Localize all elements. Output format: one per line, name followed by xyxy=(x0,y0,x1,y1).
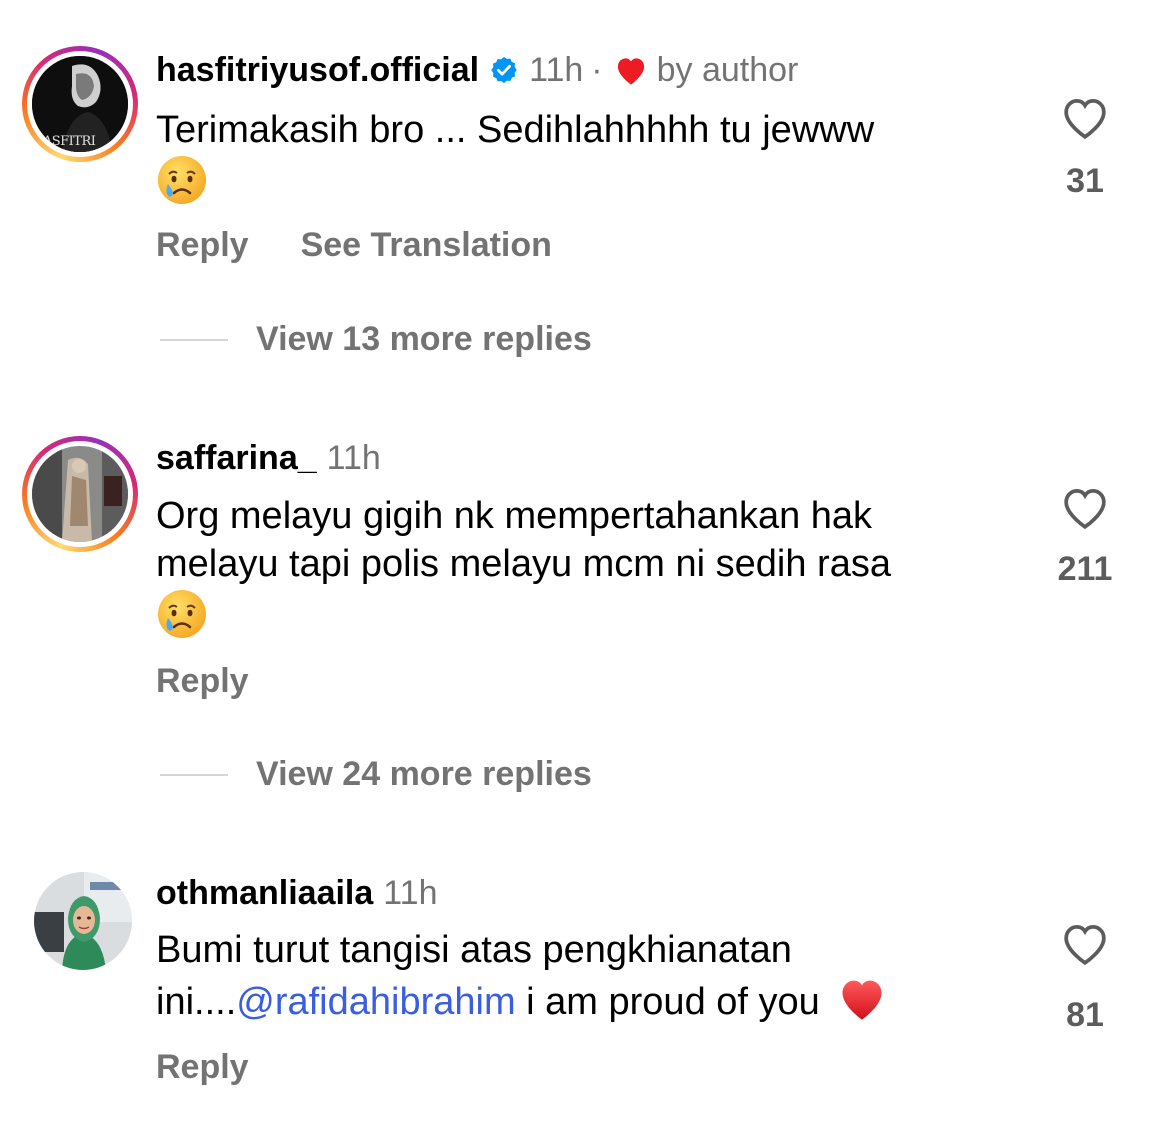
comment-text: Terimakasih bro ... Sedihlahhhhh tu jeww… xyxy=(156,106,1016,218)
view-replies-label[interactable]: View 13 more replies xyxy=(256,320,592,359)
comment-header: othmanliaaila 11h xyxy=(156,873,438,913)
timestamp: 11h xyxy=(529,51,584,89)
comment-actions: Reply xyxy=(156,662,249,701)
red-heart-emoji xyxy=(836,974,888,1034)
username[interactable]: hasfitriyusof.official xyxy=(156,50,479,90)
comment-text-prefix: ini.... xyxy=(156,981,237,1023)
like-count: 81 xyxy=(1066,996,1104,1034)
separator-dot: · xyxy=(591,51,603,89)
divider-line xyxy=(160,773,228,776)
comment-actions: Reply See Translation xyxy=(156,226,552,265)
heart-outline-icon[interactable] xyxy=(1059,94,1111,140)
like-control[interactable]: 81 xyxy=(1040,920,1130,1035)
like-control[interactable]: 31 xyxy=(1040,94,1130,201)
username[interactable]: saffarina_ xyxy=(156,438,317,478)
avatar-logo-text: HASFITRI xyxy=(32,134,96,149)
view-replies-label[interactable]: View 24 more replies xyxy=(256,755,592,794)
avatar-othmanliaaila[interactable] xyxy=(34,872,132,970)
comment-header: hasfitriyusof.official 11h · by author xyxy=(156,50,798,90)
timestamp: 11h xyxy=(383,874,438,912)
divider-line xyxy=(160,338,228,341)
red-heart-icon xyxy=(613,54,649,86)
comment-text-content: Terimakasih bro ... Sedihlahhhhh tu jeww… xyxy=(156,109,875,151)
comment-text-line2: melayu tapi polis melayu mcm ni sedih ra… xyxy=(156,543,891,585)
verified-badge-icon xyxy=(489,55,519,85)
reply-button[interactable]: Reply xyxy=(156,662,249,701)
like-count: 211 xyxy=(1057,550,1113,588)
heart-outline-icon[interactable] xyxy=(1059,920,1111,966)
see-translation-button[interactable]: See Translation xyxy=(301,226,552,265)
like-control[interactable]: 211 xyxy=(1040,484,1130,589)
crying-face-emoji xyxy=(156,154,208,218)
comment-actions: Reply xyxy=(156,1048,249,1087)
crying-face-emoji xyxy=(156,588,208,652)
reply-button[interactable]: Reply xyxy=(156,226,249,265)
view-more-replies[interactable]: View 13 more replies xyxy=(160,320,592,359)
comment-header: saffarina_ 11h xyxy=(156,438,381,478)
comment-text: Bumi turut tangisi atas pengkhianatan in… xyxy=(156,926,1016,1034)
heart-outline-icon[interactable] xyxy=(1059,484,1111,530)
by-author-label: by author xyxy=(656,51,799,89)
timestamp: 11h xyxy=(326,439,381,477)
like-count: 31 xyxy=(1066,162,1104,200)
avatar-hasfitriyusof[interactable]: HASFITRI xyxy=(22,46,138,162)
mention-link[interactable]: @rafidahibrahim xyxy=(236,981,515,1023)
reply-button[interactable]: Reply xyxy=(156,1048,249,1087)
comment-text-line1: Org melayu gigih nk mempertahankan hak xyxy=(156,495,873,537)
username[interactable]: othmanliaaila xyxy=(156,873,373,913)
view-more-replies[interactable]: View 24 more replies xyxy=(160,755,592,794)
comment-text-line1: Bumi turut tangisi atas pengkhianatan xyxy=(156,929,792,971)
comment-text: Org melayu gigih nk mempertahankan hak m… xyxy=(156,492,1016,652)
avatar-saffarina[interactable] xyxy=(22,436,138,552)
comment-text-suffix: i am proud of you xyxy=(515,981,820,1023)
